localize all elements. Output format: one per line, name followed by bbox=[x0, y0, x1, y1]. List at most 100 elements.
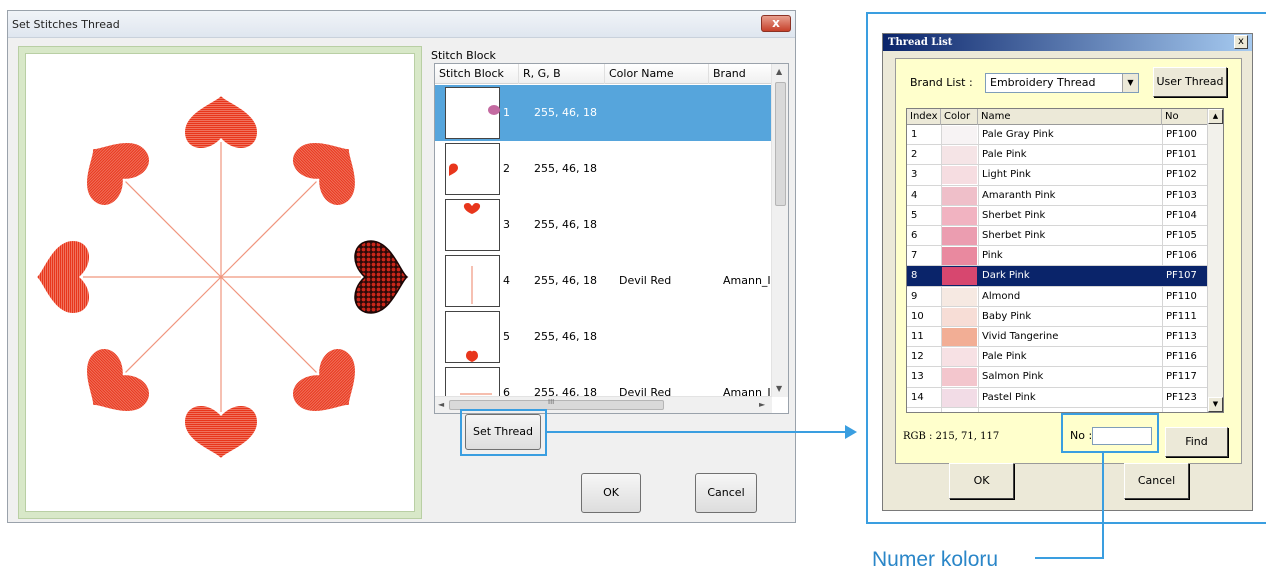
connector-line bbox=[220, 181, 317, 278]
connector-arrow-line bbox=[547, 431, 847, 433]
grid-row[interactable]: 2 255, 46, 18 bbox=[435, 141, 772, 197]
thread-color-swatch bbox=[942, 307, 977, 326]
grid-row[interactable]: 5 255, 46, 18 bbox=[435, 309, 772, 365]
thread-row[interactable]: 7 Pink PF106 bbox=[907, 246, 1208, 267]
thread-index: 12 bbox=[911, 351, 924, 363]
thread-row[interactable]: 11 Vivid Tangerine PF113 bbox=[907, 327, 1208, 348]
thread-color-swatch bbox=[942, 388, 977, 407]
find-button[interactable]: Find bbox=[1165, 427, 1228, 457]
thread-row[interactable]: 9 Almond PF110 bbox=[907, 287, 1208, 307]
thread-table-scrollbar[interactable]: ▲ ▼ bbox=[1207, 109, 1223, 412]
column-header-rgb[interactable]: R, G, B bbox=[519, 64, 605, 84]
stitch-block-grid[interactable]: Stitch Block R, G, B Color Name Brand 1 2… bbox=[434, 63, 789, 414]
callout-line-horizontal bbox=[1035, 557, 1104, 559]
thread-row[interactable]: 10 Baby Pink PF111 bbox=[907, 307, 1208, 327]
thread-index: 14 bbox=[911, 391, 924, 403]
column-header-color[interactable]: Color bbox=[941, 109, 978, 125]
thread-name: Baby Pink bbox=[982, 310, 1032, 322]
scroll-down-icon[interactable]: ▼ bbox=[776, 384, 782, 393]
thread-color-swatch bbox=[942, 146, 977, 165]
thread-index: 1 bbox=[911, 129, 918, 140]
thread-no: PF123 bbox=[1166, 391, 1197, 403]
scroll-left-icon[interactable]: ◄ bbox=[438, 400, 444, 409]
thread-row[interactable]: 5 Sherbet Pink PF104 bbox=[907, 206, 1208, 226]
thread-index: 10 bbox=[911, 310, 924, 322]
thread-row[interactable]: 6 Sherbet Pink PF105 bbox=[907, 226, 1208, 247]
column-header-index[interactable]: Index bbox=[907, 109, 941, 125]
thread-index: 4 bbox=[911, 189, 918, 201]
row-color-name: Devil Red bbox=[619, 274, 672, 287]
column-header-brand[interactable]: Brand bbox=[709, 64, 772, 84]
thread-row[interactable]: 4 Amaranth Pink PF103 bbox=[907, 186, 1208, 206]
scroll-down-icon[interactable]: ▼ bbox=[1208, 397, 1223, 412]
thread-color-swatch bbox=[942, 328, 977, 346]
thread-row[interactable]: 2 Pale Pink PF101 bbox=[907, 145, 1208, 166]
user-thread-button[interactable]: User Thread bbox=[1153, 67, 1227, 97]
connector-line bbox=[125, 181, 222, 278]
thread-name: Sherbet Pink bbox=[982, 209, 1046, 221]
thread-name: Pastel Pink bbox=[982, 391, 1036, 403]
stitch-block-thumbnail bbox=[445, 255, 500, 307]
thread-color-swatch bbox=[942, 206, 977, 225]
thread-row[interactable]: 14 Pastel Pink PF123 bbox=[907, 388, 1208, 408]
thread-no: PF116 bbox=[1166, 351, 1197, 363]
thread-no: PF117 bbox=[1166, 371, 1197, 383]
thread-row[interactable]: 1 Pale Gray Pink PF100 bbox=[907, 125, 1208, 146]
thread-row[interactable]: 8 Dark Pink PF107 bbox=[907, 266, 1208, 287]
grid-row[interactable]: 1 255, 46, 18 bbox=[435, 85, 772, 141]
design-preview-frame bbox=[18, 46, 422, 519]
column-header-no[interactable]: No bbox=[1162, 109, 1208, 125]
annotation-caption: Numer koloru bbox=[872, 548, 999, 571]
rgb-readout: RGB : 215, 71, 117 bbox=[903, 431, 1000, 442]
chevron-down-icon[interactable]: ▼ bbox=[1122, 74, 1138, 92]
row-rgb: 255, 46, 18 bbox=[534, 162, 597, 175]
ok-button[interactable]: OK bbox=[581, 473, 641, 513]
thread-no: PF102 bbox=[1166, 169, 1197, 181]
ok-button[interactable]: OK bbox=[949, 463, 1014, 499]
thread-row[interactable]: 13 Salmon Pink PF117 bbox=[907, 367, 1208, 388]
row-rgb: 255, 46, 18 bbox=[534, 218, 597, 231]
scroll-right-icon[interactable]: ► bbox=[759, 400, 765, 409]
thread-row[interactable]: 3 Light Pink PF102 bbox=[907, 165, 1208, 186]
thread-name: Dark Pink bbox=[982, 270, 1030, 282]
design-preview-canvas bbox=[37, 96, 409, 458]
thread-color-swatch bbox=[942, 348, 977, 367]
row-index: 5 bbox=[503, 330, 510, 343]
cancel-button[interactable]: Cancel bbox=[695, 473, 757, 513]
grid-row[interactable]: 3 255, 46, 18 bbox=[435, 197, 772, 253]
close-icon[interactable]: x bbox=[1234, 35, 1248, 49]
scrollbar-thumb[interactable] bbox=[775, 82, 786, 206]
set-thread-highlight bbox=[460, 409, 547, 456]
thread-no: PF107 bbox=[1166, 270, 1197, 282]
stitch-block-thumbnail bbox=[445, 87, 500, 139]
no-field-highlight bbox=[1061, 413, 1159, 453]
column-header-stitch-block[interactable]: Stitch Block bbox=[435, 64, 519, 84]
thread-no: PF111 bbox=[1166, 310, 1197, 322]
close-icon[interactable]: x bbox=[761, 15, 791, 32]
stitch-block-thumbnail bbox=[445, 311, 500, 363]
scroll-up-icon[interactable]: ▲ bbox=[776, 67, 782, 76]
cancel-button[interactable]: Cancel bbox=[1124, 463, 1189, 499]
thread-color-swatch bbox=[942, 368, 977, 387]
thread-color-swatch bbox=[942, 186, 977, 205]
thread-color-swatch bbox=[942, 227, 977, 245]
thread-table[interactable]: Index Color Name No 1 Pale Gray Pink PF100… bbox=[906, 108, 1224, 413]
vertical-scrollbar[interactable]: ▲ ▼ bbox=[771, 64, 788, 397]
thread-no: PF105 bbox=[1166, 230, 1197, 241]
thread-no: PF106 bbox=[1166, 250, 1197, 262]
thread-row[interactable]: 12 Pale Pink PF116 bbox=[907, 347, 1208, 368]
connector-line bbox=[125, 276, 222, 373]
design-preview bbox=[25, 53, 415, 512]
column-header-name[interactable]: Name bbox=[978, 109, 1162, 125]
thread-color-swatch bbox=[942, 287, 977, 306]
selected-heart bbox=[354, 240, 409, 314]
brand-list-select[interactable]: Embroidery Thread ▼ bbox=[985, 73, 1139, 93]
column-header-color-name[interactable]: Color Name bbox=[605, 64, 709, 84]
brand-list-label: Brand List : bbox=[910, 76, 973, 89]
scroll-up-icon[interactable]: ▲ bbox=[1208, 109, 1223, 124]
grid-row[interactable]: 4 255, 46, 18 Devil Red Amann_Isa bbox=[435, 253, 783, 309]
thread-name: Almond bbox=[982, 290, 1021, 302]
set-stitches-thread-dialog: Set Stitches Thread x Stitch Block Stitc… bbox=[7, 10, 796, 523]
thread-index: 11 bbox=[911, 331, 924, 342]
arrow-head-icon bbox=[845, 425, 857, 439]
